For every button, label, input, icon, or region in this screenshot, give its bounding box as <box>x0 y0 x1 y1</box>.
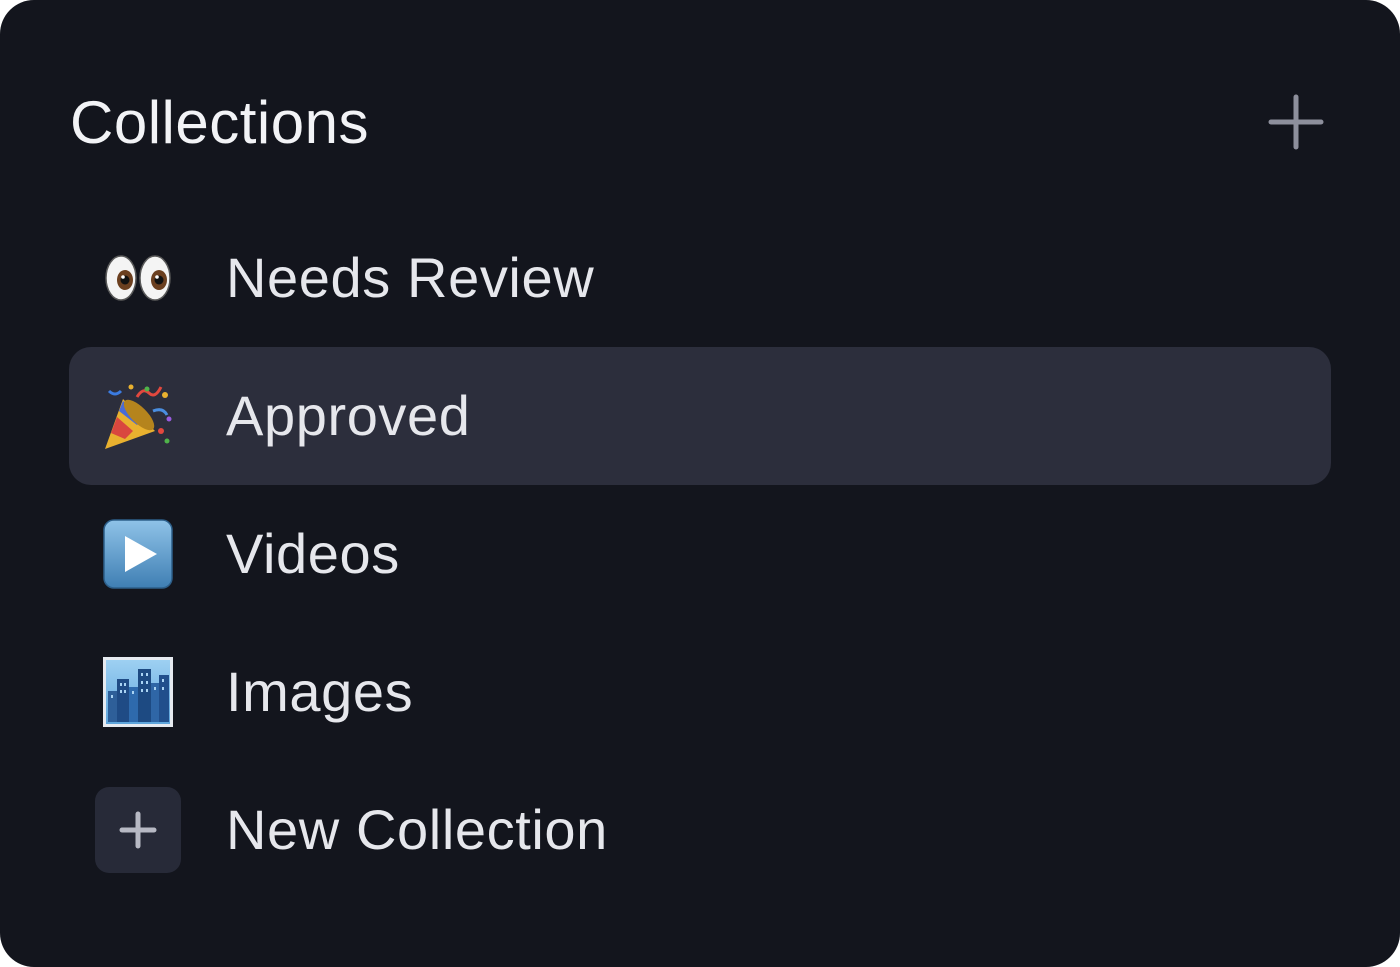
collection-label: Videos <box>226 522 400 585</box>
add-collection-button[interactable] <box>1266 92 1326 152</box>
collection-label: Images <box>226 660 414 723</box>
play-button-emoji-icon <box>103 519 173 589</box>
collection-label: Approved <box>226 384 471 447</box>
plus-icon <box>1268 94 1324 150</box>
party-popper-emoji-icon <box>103 381 173 451</box>
collection-label: Needs Review <box>226 246 595 309</box>
new-collection-button[interactable]: New Collection <box>69 761 1331 899</box>
eyes-emoji-icon <box>103 243 173 313</box>
new-collection-icon-box <box>95 787 181 873</box>
collection-item-images[interactable]: Images <box>69 623 1331 761</box>
collection-item-approved[interactable]: Approved <box>69 347 1331 485</box>
panel-title: Collections <box>70 89 369 156</box>
plus-icon <box>119 811 157 849</box>
collection-item-needs-review[interactable]: Needs Review <box>69 209 1331 347</box>
collections-panel: Collections Needs Review Approved Videos… <box>0 0 1400 967</box>
new-collection-label: New Collection <box>226 798 608 861</box>
collection-item-videos[interactable]: Videos <box>69 485 1331 623</box>
cityscape-emoji-icon <box>103 657 173 727</box>
